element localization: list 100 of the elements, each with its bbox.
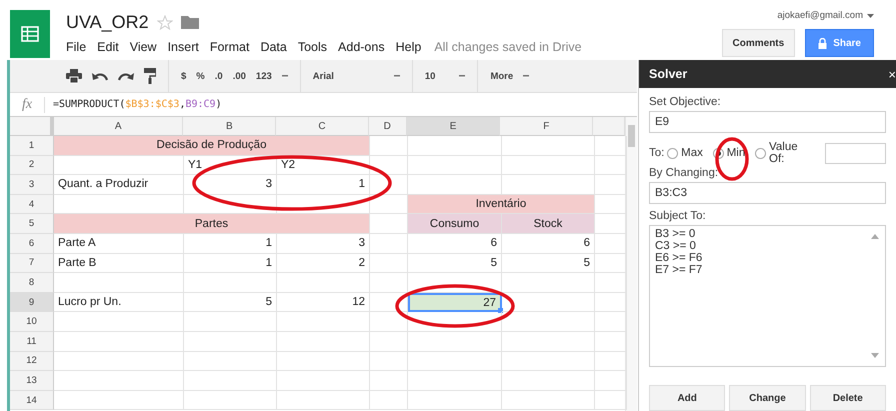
table-cell[interactable]: Parte B: [54, 254, 184, 274]
table-cell[interactable]: Stock: [502, 214, 595, 234]
radio-button[interactable]: [755, 148, 766, 158]
constraints-list[interactable]: B3 >= 0 C3 >= 0 E6 >= F6 E7 >= F7: [649, 225, 886, 367]
row-header[interactable]: 4: [10, 194, 54, 214]
table-cell[interactable]: [184, 390, 277, 410]
table-cell[interactable]: [54, 371, 184, 391]
constraint-item[interactable]: E6 >= F6: [655, 252, 880, 264]
column-header[interactable]: B: [183, 117, 276, 136]
sheets-logo-icon[interactable]: [10, 10, 50, 58]
table-cell[interactable]: [370, 273, 408, 293]
close-button[interactable]: ×: [888, 66, 896, 82]
menu-item[interactable]: Help: [396, 40, 422, 54]
table-cell[interactable]: [370, 234, 408, 254]
format-button[interactable]: %: [196, 70, 205, 82]
scroll-down-icon[interactable]: [871, 353, 879, 358]
row-header[interactable]: 7: [10, 254, 54, 274]
table-cell[interactable]: [408, 332, 502, 352]
table-cell[interactable]: [370, 254, 408, 274]
objective-field[interactable]: E9: [649, 111, 886, 133]
font-size-dropdown[interactable]: 10: [424, 70, 436, 82]
table-cell[interactable]: [277, 390, 370, 410]
table-cell[interactable]: [502, 352, 595, 372]
table-cell[interactable]: [502, 292, 595, 312]
table-cell[interactable]: [502, 332, 595, 352]
constraint-item[interactable]: C3 >= 0: [655, 240, 880, 252]
table-cell[interactable]: 5: [408, 254, 502, 274]
table-cell[interactable]: [277, 352, 370, 372]
table-cell[interactable]: [184, 371, 277, 391]
print-icon[interactable]: [66, 69, 82, 83]
table-cell[interactable]: Y1: [184, 156, 277, 176]
column-header[interactable]: C: [276, 117, 369, 136]
changing-field[interactable]: B3:C3: [649, 182, 886, 204]
table-cell[interactable]: [184, 312, 277, 332]
table-cell[interactable]: Quant. a Produzir: [54, 175, 184, 195]
solver-button[interactable]: Change: [729, 385, 806, 411]
table-cell[interactable]: [370, 371, 408, 391]
table-cell[interactable]: 5: [184, 292, 277, 312]
table-cell[interactable]: [370, 136, 408, 156]
row-header[interactable]: 9: [10, 292, 54, 312]
table-cell[interactable]: 6: [502, 234, 595, 254]
radio-button[interactable]: [712, 148, 724, 158]
format-button[interactable]: .00: [232, 70, 246, 82]
undo-icon[interactable]: [92, 71, 108, 81]
solver-button[interactable]: Add: [649, 385, 726, 411]
table-cell[interactable]: [370, 156, 408, 176]
table-cell[interactable]: 27: [408, 292, 502, 312]
table-cell[interactable]: [184, 352, 277, 372]
table-cell[interactable]: [370, 352, 408, 372]
table-cell[interactable]: Y2: [277, 156, 370, 176]
column-header[interactable]: F: [500, 117, 594, 136]
row-header[interactable]: 5: [10, 214, 54, 234]
table-cell[interactable]: 1: [184, 254, 277, 274]
more-button[interactable]: More: [490, 70, 514, 82]
radio-label[interactable]: Min: [726, 147, 746, 159]
formula-text[interactable]: =SUMPRODUCT($B$3:$C$3,B9:C9): [53, 99, 222, 110]
table-cell[interactable]: [502, 371, 595, 391]
scrollbar-thumb[interactable]: [628, 125, 635, 147]
table-cell[interactable]: [184, 273, 277, 293]
format-button[interactable]: 123: [256, 70, 272, 82]
table-cell[interactable]: 6: [408, 234, 502, 254]
table-cell[interactable]: [54, 156, 184, 176]
table-cell[interactable]: [277, 312, 370, 332]
table-cell[interactable]: [370, 390, 408, 410]
account-email[interactable]: ajokaefi@gmail.com: [777, 10, 863, 21]
row-header[interactable]: 1: [10, 136, 54, 156]
table-cell[interactable]: [54, 352, 184, 372]
column-header[interactable]: D: [368, 117, 407, 136]
row-header[interactable]: 6: [10, 234, 54, 254]
format-button[interactable]: .0: [214, 70, 223, 82]
row-header[interactable]: 12: [10, 352, 54, 372]
redo-icon[interactable]: [118, 71, 134, 81]
font-dropdown[interactable]: Arial: [312, 70, 334, 82]
table-cell[interactable]: [502, 156, 595, 176]
radio-button[interactable]: [667, 148, 678, 158]
value-field[interactable]: [825, 142, 886, 164]
table-cell[interactable]: Partes: [54, 214, 370, 234]
table-cell[interactable]: [277, 332, 370, 352]
table-cell[interactable]: Consumo: [408, 214, 502, 234]
menu-item[interactable]: Data: [260, 40, 287, 54]
solver-button[interactable]: Delete: [810, 385, 886, 411]
table-cell[interactable]: 2: [277, 254, 370, 274]
table-cell[interactable]: [408, 136, 502, 156]
table-cell[interactable]: [502, 312, 595, 332]
table-cell[interactable]: [408, 352, 502, 372]
table-cell[interactable]: [502, 136, 595, 156]
folder-icon[interactable]: [180, 15, 199, 29]
menu-item[interactable]: Format: [210, 40, 250, 54]
radio-label[interactable]: Max: [681, 147, 703, 159]
format-button[interactable]: $: [181, 70, 186, 82]
comments-button[interactable]: Comments: [722, 29, 796, 57]
table-cell[interactable]: [277, 273, 370, 293]
column-header[interactable]: E: [406, 117, 500, 136]
table-cell[interactable]: [54, 332, 184, 352]
radio-label[interactable]: Value Of:: [769, 141, 816, 165]
table-cell[interactable]: [408, 156, 502, 176]
table-cell[interactable]: [370, 332, 408, 352]
table-cell[interactable]: 3: [184, 175, 277, 195]
constraint-item[interactable]: B3 >= 0: [655, 228, 880, 240]
menu-item[interactable]: View: [130, 40, 157, 54]
